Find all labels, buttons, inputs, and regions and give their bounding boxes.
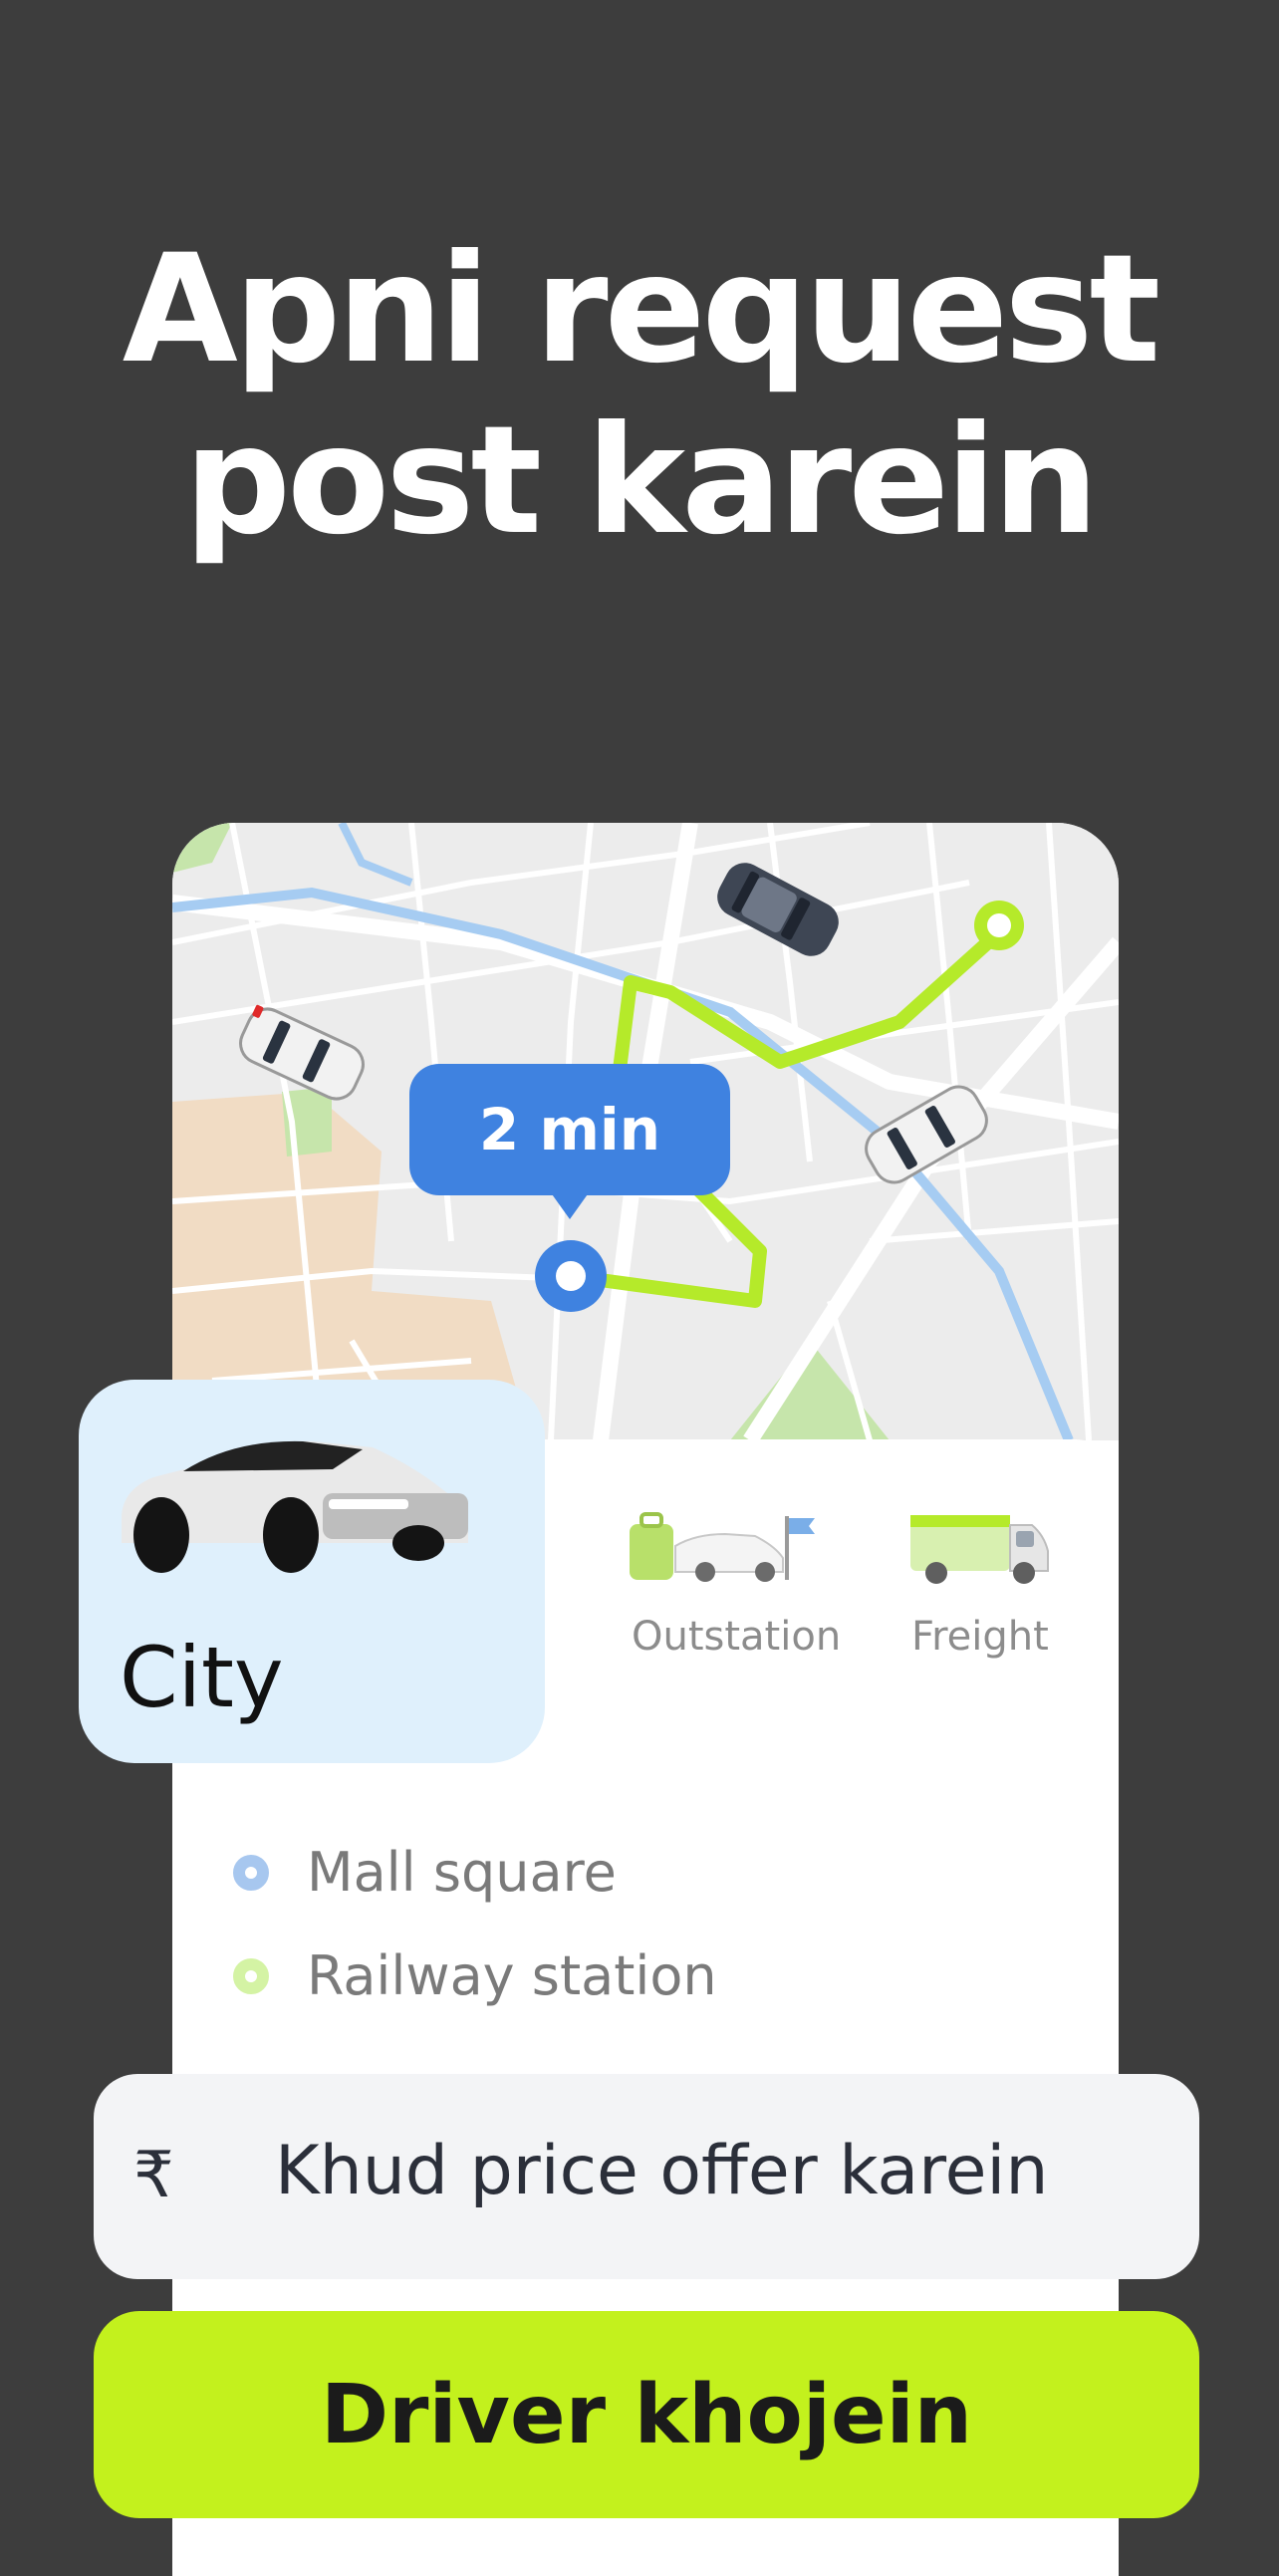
category-city-label: City	[120, 1629, 284, 1726]
route-pickup[interactable]: Mall square	[233, 1841, 617, 1904]
category-freight-label: Freight	[911, 1614, 1049, 1660]
freight-truck-icon	[910, 1515, 1049, 1584]
eta-bubble-pointer	[550, 1191, 590, 1219]
route-destination[interactable]: Railway station	[233, 1944, 717, 2007]
destination-dot-icon	[233, 1957, 269, 1994]
pickup-label: Mall square	[307, 1841, 617, 1904]
rupee-icon: ₹	[133, 2139, 174, 2212]
eta-bubble: 2 min	[409, 1064, 730, 1195]
pickup-dot-icon	[233, 1854, 269, 1891]
price-offer-placeholder: Khud price offer karein	[275, 2132, 1049, 2210]
category-outstation-label: Outstation	[632, 1614, 842, 1660]
city-car-icon	[122, 1440, 468, 1573]
outstation-icon	[630, 1512, 815, 1582]
find-driver-button[interactable]: Driver khojein	[94, 2311, 1199, 2518]
destination-label: Railway station	[307, 1944, 717, 2007]
headline-line-2: post karein	[183, 394, 1100, 568]
headline-line-1: Apni request	[122, 223, 1160, 396]
headline: Apni request post karein	[0, 224, 1279, 567]
